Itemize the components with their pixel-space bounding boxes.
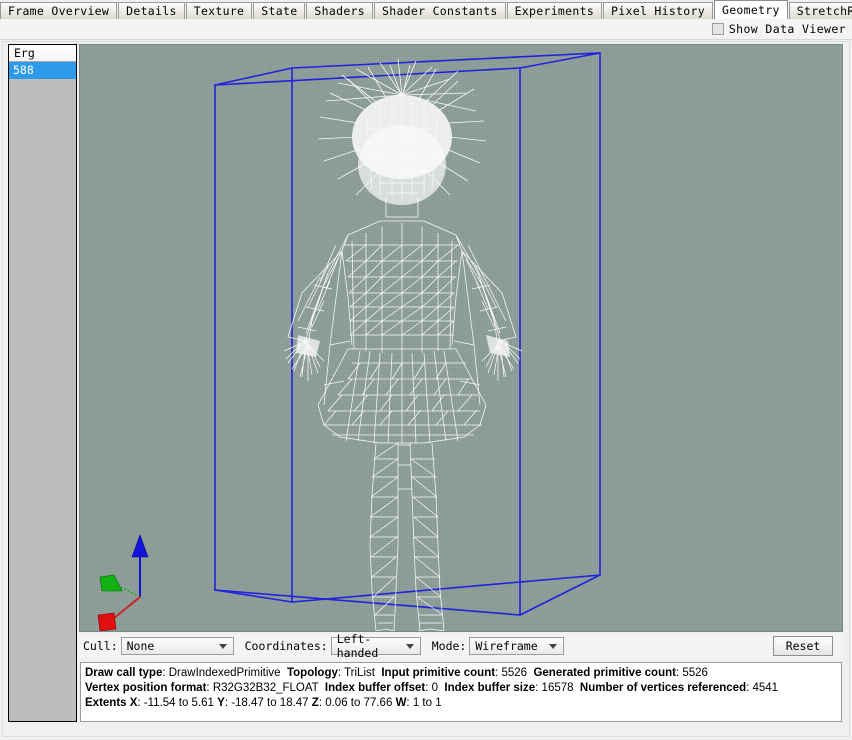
info-value: 0 — [431, 682, 439, 694]
list-column-header: Erg — [9, 45, 76, 62]
info-key: Draw call type — [85, 667, 163, 679]
tab-shader-constants[interactable]: Shader Constants — [374, 2, 506, 19]
coordinates-value: Left-handed — [336, 632, 379, 660]
info-value: 4541 — [752, 682, 779, 694]
info-key: X — [129, 697, 138, 709]
info-key: Vertex position format — [85, 682, 207, 694]
coordinates-dropdown[interactable]: Left-handed — [330, 632, 421, 660]
info-line-2: Vertex position format: R32G32B32_FLOAT … — [85, 682, 779, 694]
chevron-down-icon[interactable] — [405, 643, 414, 649]
tab-details[interactable]: Details — [118, 2, 185, 19]
info-key: Y — [217, 697, 225, 709]
geometry-render[interactable] — [80, 45, 843, 632]
info-value: -11.54 to 5.61 — [143, 697, 214, 709]
reset-button[interactable]: Reset — [773, 636, 833, 656]
draw-call-list-panel[interactable]: Erg 588 — [8, 44, 77, 722]
info-value: TriList — [344, 667, 375, 679]
info-value: 5526 — [682, 667, 708, 679]
mode-value: Wireframe — [475, 639, 538, 653]
mode-label: Mode: — [431, 639, 467, 653]
list-item[interactable]: 588 — [9, 62, 76, 79]
cull-value: None — [126, 639, 155, 653]
info-key: Generated primitive count — [533, 667, 676, 679]
tab-pixel-history[interactable]: Pixel History — [603, 2, 713, 19]
extents-label: Extents — [85, 697, 127, 709]
checkbox-icon[interactable] — [711, 23, 724, 35]
info-value: R32G32B32_FLOAT — [212, 682, 319, 694]
show-data-viewer-label: Show Data Viewer — [728, 22, 846, 36]
chevron-down-icon[interactable] — [218, 643, 227, 649]
info-key: Input primitive count — [381, 667, 496, 679]
tab-texture[interactable]: Texture — [185, 2, 253, 19]
viewport-background — [80, 45, 842, 631]
info-key: Topology — [286, 667, 338, 679]
info-key: Z — [311, 697, 319, 709]
info-value: 16578 — [541, 682, 574, 694]
cull-dropdown[interactable]: None — [120, 637, 234, 655]
info-value: 1 to 1 — [412, 697, 442, 709]
tab-bar: Frame Overview Details Texture State Sha… — [0, 0, 852, 19]
tab-frame-overview[interactable]: Frame Overview — [0, 2, 118, 19]
viewport-controls: Cull: None Coordinates: Left-handed Mode… — [79, 632, 843, 660]
toolbar: Show Data Viewer — [0, 19, 852, 40]
info-key: Index buffer offset — [324, 682, 426, 694]
list-body[interactable]: 588 — [9, 62, 76, 79]
info-line-1: Draw call type: DrawIndexedPrimitive Top… — [85, 667, 708, 679]
info-key: Index buffer size — [444, 682, 536, 694]
info-value: 5526 — [501, 667, 528, 679]
geometry-viewport[interactable] — [79, 44, 843, 632]
info-key: W — [395, 697, 407, 709]
info-value: DrawIndexedPrimitive — [168, 667, 281, 679]
draw-call-info-panel: Draw call type: DrawIndexedPrimitive Top… — [80, 662, 842, 722]
tab-experiments[interactable]: Experiments — [506, 2, 603, 19]
tab-geometry[interactable]: Geometry — [713, 0, 788, 19]
list-empty-area — [9, 79, 76, 721]
mode-dropdown[interactable]: Wireframe — [469, 637, 565, 655]
info-line-3: Extents X: -11.54 to 5.61 Y: -18.47 to 1… — [85, 697, 442, 709]
tab-state[interactable]: State — [253, 2, 306, 19]
show-data-viewer-checkbox[interactable]: Show Data Viewer — [711, 22, 846, 36]
cull-label: Cull: — [83, 639, 118, 653]
coordinates-label: Coordinates: — [244, 639, 328, 653]
info-value: 0.06 to 77.66 — [325, 697, 393, 709]
tab-stretchrect[interactable]: StretchRect — [788, 2, 852, 19]
info-key: Number of vertices referenced — [579, 682, 747, 694]
chevron-down-icon[interactable] — [549, 643, 558, 649]
tab-shaders[interactable]: Shaders — [306, 2, 373, 19]
info-value: -18.47 to 18.47 — [231, 697, 309, 709]
